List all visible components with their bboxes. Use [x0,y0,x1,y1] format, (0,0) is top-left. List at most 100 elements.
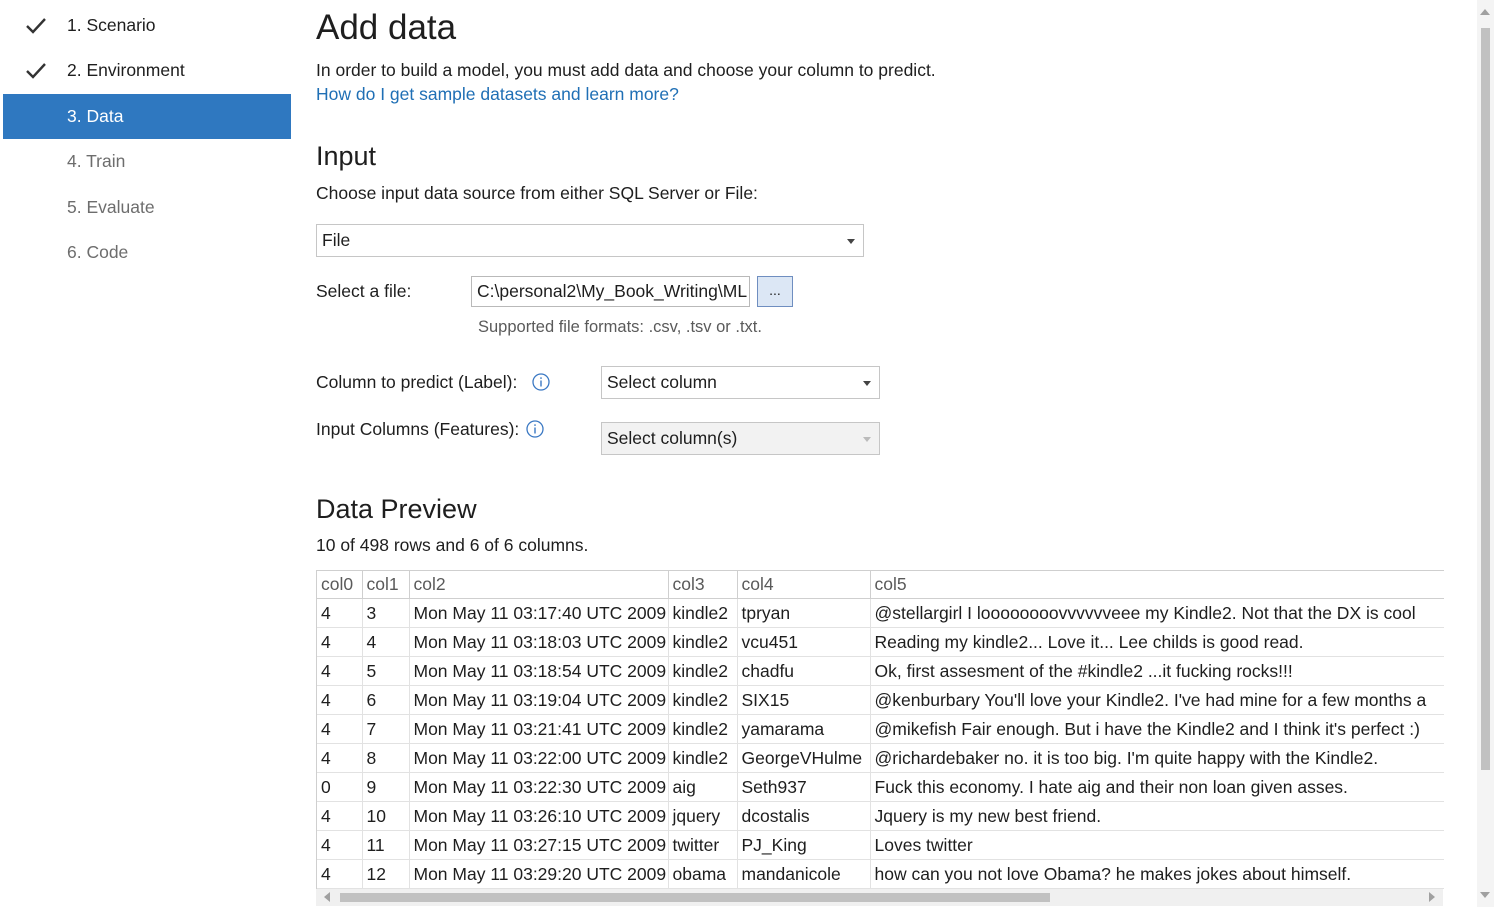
step-label: 1. Scenario [67,15,156,35]
features-dropdown[interactable]: Select column(s) [601,422,880,455]
table-cell: 8 [362,743,410,773]
column-header[interactable]: col5 [870,571,1444,599]
step-code[interactable]: 6. Code [3,230,291,275]
step-label: 3. Data [67,106,124,126]
table-cell: GeorgeVHulme [737,743,871,773]
table-cell: 11 [362,830,410,860]
table-row[interactable]: 4 12 Mon May 11 03:29:20 UTC 2009 obama mand… [317,859,1444,889]
table-cell: 4 [317,714,363,744]
table-cell: mandanicole [737,859,871,889]
table-cell: 0 [317,772,363,802]
scroll-right-icon[interactable] [1429,892,1435,902]
table-cell: 4 [362,627,410,657]
chevron-down-icon [863,436,871,442]
table-row[interactable]: 4 8 Mon May 11 03:22:00 UTC 2009 kindle2 Geo… [317,743,1444,773]
table-cell: kindle2 [668,714,738,744]
table-cell: twitter [668,830,738,860]
preview-section-title: Data Preview [316,494,477,524]
table-cell: obama [668,859,738,889]
step-label: 6. Code [67,242,129,262]
chevron-down-icon [863,380,871,386]
label-column-dropdown[interactable]: Select column [601,366,880,399]
table-cell: kindle2 [668,685,738,715]
info-icon[interactable] [526,420,544,438]
table-cell: Mon May 11 03:26:10 UTC 2009 [409,801,669,831]
table-row[interactable]: 4 3 Mon May 11 03:17:40 UTC 2009 kindle2 tpr… [317,598,1444,628]
table-cell: SIX15 [737,685,871,715]
table-row[interactable]: 0 9 Mon May 11 03:22:30 UTC 2009 aig Seth937… [317,772,1444,802]
step-label: 5. Evaluate [67,197,155,217]
help-link[interactable]: How do I get sample datasets and learn m… [316,84,679,105]
vertical-scrollbar[interactable] [1477,0,1494,907]
data-source-dropdown[interactable]: File [316,224,864,257]
input-section-title: Input [316,141,377,171]
table-cell: @richardebaker no. it is too big. I'm qu… [870,743,1444,773]
column-header[interactable]: col0 [317,571,363,599]
checkmark-icon [26,18,46,34]
table-cell: Mon May 11 03:19:04 UTC 2009 [409,685,669,715]
table-row[interactable]: 4 4 Mon May 11 03:18:03 UTC 2009 kindle2 vcu… [317,627,1444,657]
column-header[interactable]: col3 [668,571,738,599]
table-cell: Mon May 11 03:29:20 UTC 2009 [409,859,669,889]
scroll-up-icon[interactable] [1480,9,1490,15]
scrollbar-thumb[interactable] [1481,28,1490,770]
table-cell: kindle2 [668,656,738,686]
step-environment[interactable]: 2. Environment [3,48,291,93]
table-cell: Mon May 11 03:18:54 UTC 2009 [409,656,669,686]
table-cell: 3 [362,598,410,628]
data-preview-table[interactable]: col0 col1 col2 col3 col4 col5 4 3 Mon May … [316,570,1444,889]
table-cell: jquery [668,801,738,831]
file-label: Select a file: [316,281,412,301]
table-cell: Mon May 11 03:27:15 UTC 2009 [409,830,669,860]
data-source-value: File [322,230,351,250]
table-cell: kindle2 [668,627,738,657]
table-cell: Jquery is my new best friend. [870,801,1444,831]
table-cell: @stellargirl I loooooooovvvvvveee my Kin… [870,598,1444,628]
table-row[interactable]: 4 11 Mon May 11 03:27:15 UTC 2009 twitter PJ… [317,830,1444,860]
browse-button[interactable]: ... [757,276,793,307]
label-column-label: Column to predict (Label): [316,372,518,392]
scroll-left-icon[interactable] [324,892,330,902]
table-row[interactable]: 4 5 Mon May 11 03:18:54 UTC 2009 kindle2 cha… [317,656,1444,686]
features-label: Input Columns (Features): [316,419,520,439]
table-cell: @kenburbary You'll love your Kindle2. I'… [870,685,1444,715]
scrollbar-thumb[interactable] [340,893,1050,902]
table-cell: 4 [317,598,363,628]
checkmark-icon [26,63,46,79]
input-description: Choose input data source from either SQL… [316,183,758,203]
step-scenario[interactable]: 1. Scenario [3,3,291,48]
scroll-down-icon[interactable] [1480,892,1490,898]
table-cell: Mon May 11 03:22:00 UTC 2009 [409,743,669,773]
column-header[interactable]: col2 [409,571,669,599]
step-data[interactable]: 3. Data [3,94,291,139]
file-path-input[interactable]: C:\personal2\My_Book_Writing\ML [471,276,750,307]
table-cell: 4 [317,801,363,831]
table-cell: kindle2 [668,598,738,628]
step-evaluate[interactable]: 5. Evaluate [3,185,291,230]
table-cell: 4 [317,656,363,686]
table-cell: 4 [317,830,363,860]
table-cell: Reading my kindle2... Love it... Lee chi… [870,627,1444,657]
horizontal-scrollbar[interactable] [316,889,1443,906]
info-icon[interactable] [532,373,550,391]
column-header[interactable]: col4 [737,571,871,599]
table-cell: 9 [362,772,410,802]
table-cell: kindle2 [668,743,738,773]
table-row[interactable]: 4 7 Mon May 11 03:21:41 UTC 2009 kindle2 yam… [317,714,1444,744]
table-cell: 4 [317,685,363,715]
table-cell: 6 [362,685,410,715]
table-cell: Fuck this economy. I hate aig and their … [870,772,1444,802]
table-cell: 5 [362,656,410,686]
table-header-row: col0 col1 col2 col3 col4 col5 [317,571,1444,599]
table-row[interactable]: 4 10 Mon May 11 03:26:10 UTC 2009 jquery dco… [317,801,1444,831]
page-title: Add data [316,8,457,47]
step-train[interactable]: 4. Train [3,139,291,184]
label-column-value: Select column [607,372,717,392]
table-row[interactable]: 4 6 Mon May 11 03:19:04 UTC 2009 kindle2 SIX… [317,685,1444,715]
column-header[interactable]: col1 [362,571,410,599]
preview-summary: 10 of 498 rows and 6 of 6 columns. [316,535,589,555]
intro-text: In order to build a model, you must add … [316,60,936,80]
table-cell: chadfu [737,656,871,686]
features-value: Select column(s) [607,428,738,448]
table-cell: Ok, first assesment of the #kindle2 ...i… [870,656,1444,686]
